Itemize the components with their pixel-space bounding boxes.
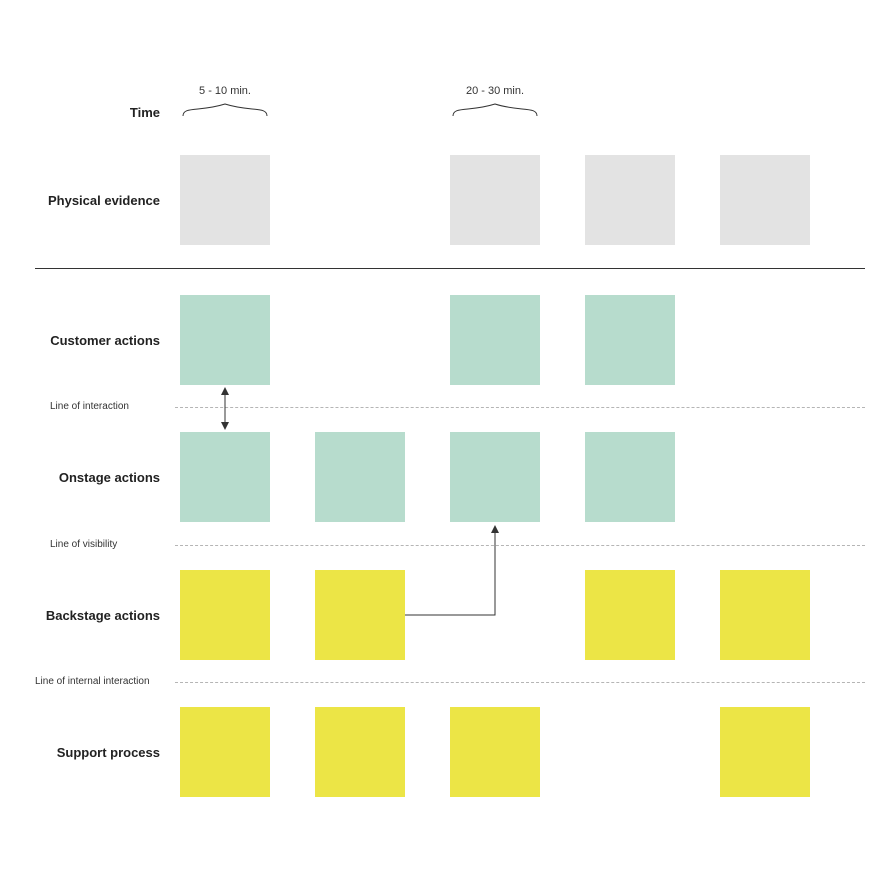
note-customer-actions-2[interactable]: [450, 295, 540, 385]
line-of-internal-interaction: [175, 682, 865, 683]
note-backstage-actions-0[interactable]: [180, 570, 270, 660]
note-onstage-actions-0[interactable]: [180, 432, 270, 522]
note-backstage-actions-4[interactable]: [720, 570, 810, 660]
row-label-backstage-actions: Backstage actions: [20, 608, 160, 623]
row-label-time: Time: [20, 105, 160, 120]
note-onstage-actions-3[interactable]: [585, 432, 675, 522]
note-physical-evidence-2[interactable]: [450, 155, 540, 245]
note-support-process-0[interactable]: [180, 707, 270, 797]
note-backstage-actions-3[interactable]: [585, 570, 675, 660]
row-label-customer-actions: Customer actions: [20, 333, 160, 348]
note-onstage-actions-1[interactable]: [315, 432, 405, 522]
time-label-0: 5 - 10 min.: [180, 85, 270, 97]
row-label-onstage-actions: Onstage actions: [20, 470, 160, 485]
note-physical-evidence-4[interactable]: [720, 155, 810, 245]
note-customer-actions-3[interactable]: [585, 295, 675, 385]
arrow-backstage-onstage: [405, 527, 495, 615]
note-support-process-2[interactable]: [450, 707, 540, 797]
service-blueprint-canvas: Time 5 - 10 min. 20 - 30 min. Physical e…: [0, 0, 882, 882]
note-customer-actions-0[interactable]: [180, 295, 270, 385]
note-support-process-4[interactable]: [720, 707, 810, 797]
note-onstage-actions-2[interactable]: [450, 432, 540, 522]
row-label-physical-evidence: Physical evidence: [20, 193, 160, 208]
separator-physical-evidence: [35, 268, 865, 269]
time-label-1: 20 - 30 min.: [450, 85, 540, 97]
note-backstage-actions-1[interactable]: [315, 570, 405, 660]
note-physical-evidence-0[interactable]: [180, 155, 270, 245]
line-of-visibility: [175, 545, 865, 546]
note-physical-evidence-3[interactable]: [585, 155, 675, 245]
line-label-internal-interaction: Line of internal interaction: [35, 676, 195, 687]
note-support-process-1[interactable]: [315, 707, 405, 797]
time-brace-0: [183, 104, 267, 116]
line-of-interaction: [175, 407, 865, 408]
time-brace-1: [453, 104, 537, 116]
row-label-support-process: Support process: [20, 745, 160, 760]
